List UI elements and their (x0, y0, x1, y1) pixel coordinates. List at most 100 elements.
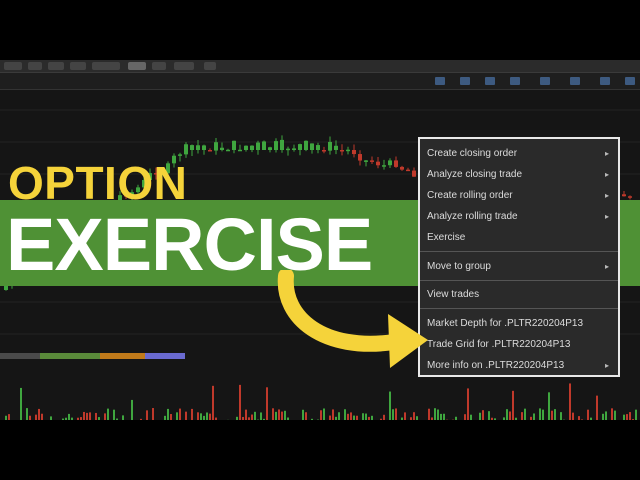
study-strip-segment (100, 353, 145, 359)
menu-item-move-to-group[interactable]: Move to group ▸ (427, 258, 617, 276)
menu-item-exercise[interactable]: Exercise (427, 229, 617, 247)
volume-bar (488, 411, 490, 420)
menu-item-label: Create closing order (427, 148, 518, 159)
toolbar-button[interactable] (435, 77, 445, 85)
volume-bar (191, 408, 193, 420)
tab[interactable] (204, 62, 216, 70)
volume-bar (533, 413, 535, 420)
volume-bar (482, 410, 484, 420)
menu-item-create-rolling-order[interactable]: Create rolling order ▸ (427, 187, 617, 205)
candle-body (352, 150, 356, 155)
volume-bar (38, 408, 40, 420)
volume-bar (524, 408, 526, 420)
volume-bar (632, 419, 634, 420)
candle-body (298, 144, 302, 150)
tab[interactable] (174, 62, 194, 70)
candle-body (268, 147, 272, 150)
video-thumbnail: OPTION EXERCISE Create closing order ▸ An… (0, 0, 640, 480)
volume-bar (215, 417, 217, 420)
volume-bar (95, 412, 97, 420)
menu-item-analyze-closing-trade[interactable]: Analyze closing trade ▸ (427, 166, 617, 184)
volume-bar (329, 415, 331, 420)
volume-bar (35, 414, 37, 420)
volume-bar (287, 417, 289, 420)
candle-body (250, 145, 254, 150)
menu-item-label: Market Depth for .PLTR220204P13 (427, 318, 584, 329)
candle-body (244, 145, 248, 150)
candle-body (382, 165, 386, 167)
volume-bar (311, 418, 313, 420)
toolbar-button[interactable] (600, 77, 610, 85)
volume-bar (338, 412, 340, 420)
candle-body (358, 154, 362, 161)
toolbar-button[interactable] (460, 77, 470, 85)
menu-item-label: More info on .PLTR220204P13 (427, 360, 565, 371)
candle-body (400, 166, 404, 170)
volume-bar (401, 417, 403, 420)
toolbar-button[interactable] (570, 77, 580, 85)
menu-item-analyze-rolling-trade[interactable]: Analyze rolling trade ▸ (427, 208, 617, 226)
menu-item-create-closing-order[interactable]: Create closing order ▸ (427, 145, 617, 163)
toolbar-button[interactable] (540, 77, 550, 85)
volume-bar (176, 412, 178, 420)
menu-item-view-trades[interactable]: View trades (427, 286, 617, 304)
volume-bar (254, 411, 256, 420)
candle-body (214, 142, 218, 151)
volume-bar (548, 392, 550, 420)
candle-body (376, 161, 380, 166)
menu-divider (420, 280, 618, 281)
candle-body (232, 140, 236, 150)
volume-bar (41, 413, 43, 420)
menu-item-label: Analyze closing trade (427, 169, 523, 180)
tab[interactable] (92, 62, 120, 70)
candle-body (196, 145, 200, 150)
candle-body (628, 196, 632, 198)
candle-body (280, 139, 284, 150)
volume-bar (152, 408, 154, 420)
tab[interactable] (152, 62, 166, 70)
volume-bar (623, 414, 625, 420)
volume-bar (455, 416, 457, 420)
volume-bar (629, 412, 631, 420)
volume-bar (122, 415, 124, 420)
tab[interactable] (4, 62, 22, 70)
volume-bar (113, 409, 115, 420)
menu-item-more-info[interactable]: More info on .PLTR220204P13 ▸ (427, 357, 617, 375)
volume-bar (635, 409, 637, 420)
volume-bar (530, 416, 532, 420)
tab[interactable] (70, 62, 86, 70)
toolbar-button[interactable] (625, 77, 635, 85)
volume-bar (515, 417, 517, 420)
volume-bar (272, 408, 274, 420)
volume-bar (278, 409, 280, 420)
volume-bar (104, 413, 106, 420)
volume-bar (344, 409, 346, 420)
volume-bar (20, 387, 22, 420)
volume-bar (503, 417, 505, 420)
volume-bar (428, 408, 430, 420)
candle-body (328, 141, 332, 151)
toolbar-button[interactable] (510, 77, 520, 85)
menu-item-trade-grid[interactable]: Trade Grid for .PLTR220204P13 (427, 336, 617, 354)
candle-body (622, 194, 626, 197)
tab[interactable] (48, 62, 64, 70)
menu-item-market-depth[interactable]: Market Depth for .PLTR220204P13 (427, 315, 617, 333)
volume-bar (29, 415, 31, 420)
platform-tab-bar (0, 60, 640, 73)
volume-bar (611, 408, 613, 420)
volume-bar (179, 408, 181, 420)
volume-bar (353, 415, 355, 420)
volume-bar (347, 413, 349, 420)
volume-bar (614, 410, 616, 420)
volume-bar (200, 413, 202, 420)
chevron-right-icon: ▸ (604, 262, 609, 271)
tab[interactable] (28, 62, 42, 70)
volume-bar (305, 412, 307, 420)
tab-active[interactable] (128, 62, 146, 70)
volume-bar (335, 416, 337, 420)
volume-bar (551, 410, 553, 420)
toolbar-button[interactable] (485, 77, 495, 85)
candle-body (226, 149, 230, 152)
volume-bar (131, 399, 133, 420)
volume-bar (434, 408, 436, 420)
